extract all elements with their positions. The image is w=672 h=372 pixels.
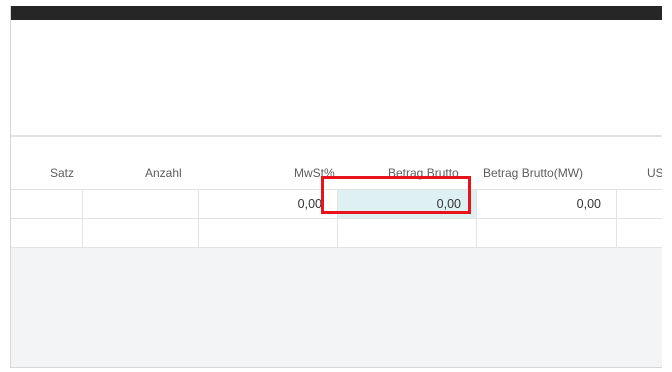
cell-betrag-brutto-mw[interactable]: 0,00: [477, 190, 617, 218]
document-lines-panel: Satz Anzahl MwSt% Betrag Brutto Betrag B…: [10, 6, 662, 368]
cell-anzahl[interactable]: [83, 190, 199, 218]
column-header-anzahl[interactable]: Anzahl: [145, 166, 182, 180]
cell-ust[interactable]: [617, 190, 662, 218]
grid-header-row: Satz Anzahl MwSt% Betrag Brutto Betrag B…: [11, 137, 662, 190]
cell-satz[interactable]: [11, 190, 83, 218]
top-bar: [11, 6, 662, 20]
column-header-satz[interactable]: Satz: [50, 166, 74, 180]
column-header-ust[interactable]: US: [647, 166, 662, 180]
cell-ust[interactable]: [617, 219, 662, 247]
table-row: [11, 219, 662, 248]
column-header-betrag-brutto-mw[interactable]: Betrag Brutto(MW): [483, 166, 583, 180]
column-header-mwst[interactable]: MwSt%: [294, 166, 335, 180]
empty-grid-area: [11, 248, 662, 367]
column-header-betrag-brutto[interactable]: Betrag Brutto: [388, 166, 459, 180]
cell-betrag-brutto[interactable]: 0,00: [338, 190, 477, 218]
cell-anzahl[interactable]: [83, 219, 199, 247]
lines-grid: Satz Anzahl MwSt% Betrag Brutto Betrag B…: [11, 137, 662, 248]
cell-betrag-brutto-mw[interactable]: [477, 219, 617, 247]
cell-betrag-brutto[interactable]: [338, 219, 477, 247]
cell-mwst[interactable]: 0,00: [199, 190, 338, 218]
cell-mwst[interactable]: [199, 219, 338, 247]
blank-content-area: [11, 20, 662, 137]
cell-satz[interactable]: [11, 219, 83, 247]
table-row: 0,00 0,00 0,00: [11, 190, 662, 219]
